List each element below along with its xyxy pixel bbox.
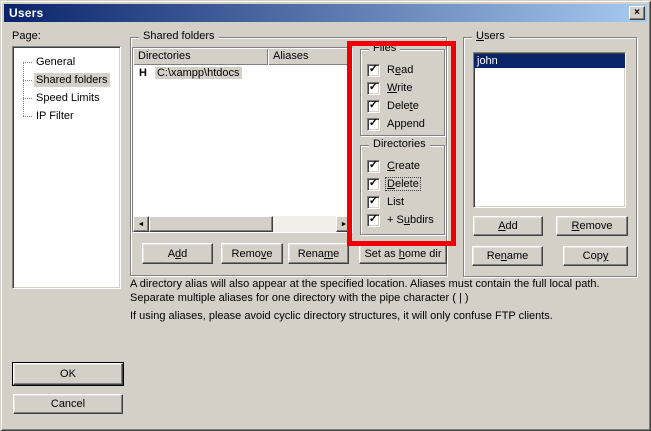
cancel-button[interactable]: Cancel [13,394,123,414]
user-add-button[interactable]: Add [473,216,543,236]
user-remove-button[interactable]: Remove [556,216,628,236]
directories-listview: Directories Aliases H C:\xampp\htdocs ◄ … [132,47,353,233]
listview-body: H C:\xampp\htdocs [133,65,352,216]
shared-folders-group-label: Shared folders [139,30,219,43]
page-item-general[interactable]: General [13,53,120,71]
column-header-aliases[interactable]: Aliases [268,48,352,65]
permission-highlight-box [347,41,456,246]
page-label: Page: [12,30,41,42]
users-list: john [473,52,626,208]
page-item-ip-filter[interactable]: IP Filter [13,107,120,125]
close-button[interactable]: × [629,6,645,20]
user-list-item[interactable]: john [474,54,625,68]
window-title: Users [4,6,43,20]
close-icon: × [634,8,640,18]
set-as-home-dir-button[interactable]: Set as home dir [359,243,447,264]
page-item-shared-folders[interactable]: Shared folders [13,71,120,89]
titlebar[interactable]: Users [4,4,647,22]
ok-button[interactable]: OK [13,363,123,385]
listview-header: Directories Aliases [133,48,352,65]
users-group-label: Users [472,30,509,43]
home-flag: H [139,67,147,79]
folder-rename-button[interactable]: Rename [288,243,349,264]
directory-path: C:\xampp\htdocs [155,67,242,79]
scroll-left-button[interactable]: ◄ [133,216,149,232]
folder-add-button[interactable]: Add [142,243,213,264]
page-list: General Shared folders Speed Limits IP F… [12,46,121,289]
scrollbar-thumb[interactable] [149,216,273,232]
user-copy-button[interactable]: Copy [563,246,628,266]
scroll-left-icon: ◄ [138,221,145,228]
user-rename-button[interactable]: Rename [472,246,543,266]
folder-remove-button[interactable]: Remove [221,243,283,264]
user-name: john [477,55,498,67]
horizontal-scrollbar[interactable]: ◄ ► [133,216,352,232]
directory-row[interactable]: H C:\xampp\htdocs [133,65,352,81]
users-dialog: Users × Page: General Shared folders Spe… [0,0,651,431]
page-item-speed-limits[interactable]: Speed Limits [13,89,120,107]
alias-info-text: A directory alias will also appear at th… [130,277,639,305]
column-header-directories[interactable]: Directories [133,48,268,65]
cyclic-warning-text: If using aliases, please avoid cyclic di… [130,309,639,323]
